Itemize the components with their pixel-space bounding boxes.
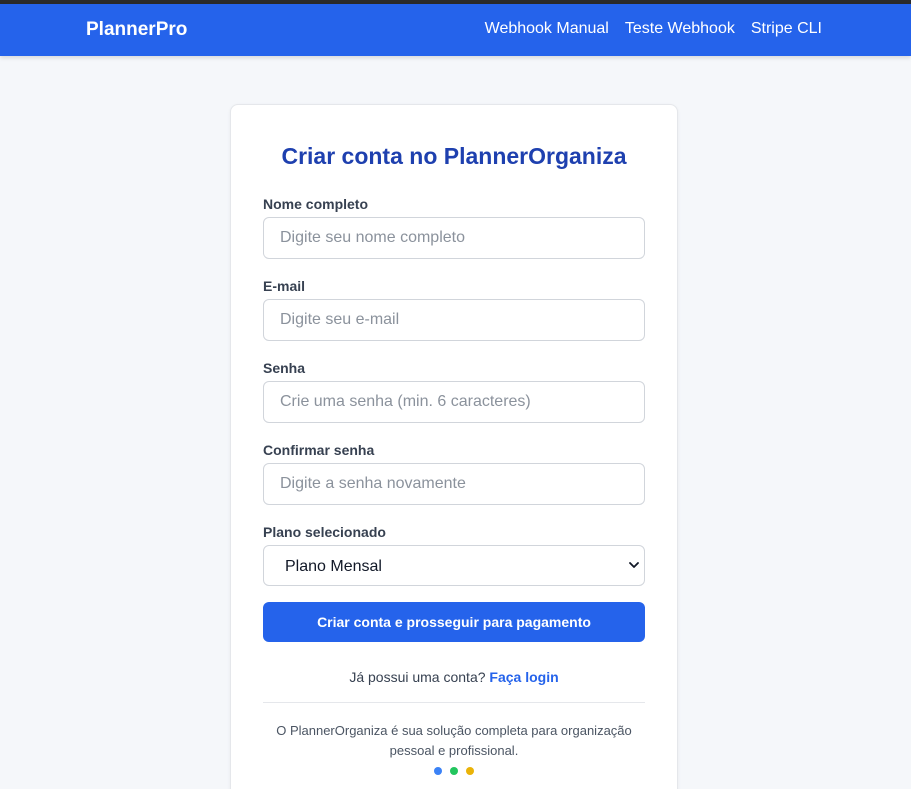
brand-logo[interactable]: PlannerPro <box>86 19 187 41</box>
email-label: E-mail <box>263 278 306 294</box>
name-label: Nome completo <box>263 196 369 212</box>
login-prompt-text: Já possui uma conta? <box>349 669 486 685</box>
footer-description: O PlannerOrganiza é sua solução completa… <box>276 723 632 758</box>
chevron-down-icon <box>629 562 639 568</box>
password-field[interactable] <box>263 381 645 423</box>
confirm-password-field[interactable] <box>263 463 645 505</box>
password-label: Senha <box>263 360 306 376</box>
green-dot <box>450 767 458 775</box>
yellow-dot <box>466 767 474 775</box>
login-link[interactable]: Faça login <box>489 669 558 685</box>
plan-select[interactable]: Plano Mensal <box>263 545 645 586</box>
email-field[interactable] <box>263 299 645 341</box>
confirm-password-label: Confirmar senha <box>263 442 375 458</box>
blue-dot <box>434 767 442 775</box>
signup-card: Criar conta no PlannerOrganiza Nome comp… <box>230 104 678 789</box>
nav-link-teste-webhook[interactable]: Teste Webhook <box>625 20 735 38</box>
page-title: Criar conta no PlannerOrganiza <box>281 143 627 169</box>
name-field[interactable] <box>263 217 645 259</box>
login-prompt: Já possui uma conta? Faça login <box>231 669 677 685</box>
plan-select-value: Plano Mensal <box>285 558 382 575</box>
plan-label: Plano selecionado <box>263 524 386 540</box>
nav-links: Webhook Manual Teste Webhook Stripe CLI <box>485 20 822 38</box>
divider <box>263 702 645 703</box>
nav-link-stripe-cli[interactable]: Stripe CLI <box>751 20 822 38</box>
create-account-button[interactable]: Criar conta e prosseguir para pagamento <box>263 602 645 642</box>
navbar: PlannerPro Webhook Manual Teste Webhook … <box>0 4 911 56</box>
nav-link-webhook-manual[interactable]: Webhook Manual <box>485 20 609 38</box>
decorative-dots <box>434 767 474 775</box>
